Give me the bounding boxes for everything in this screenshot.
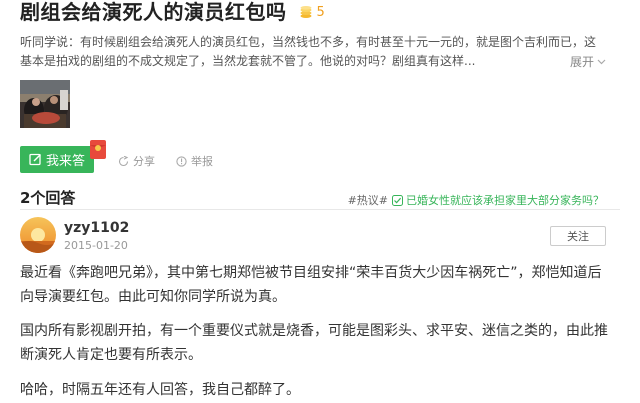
answer-button-label: 我来答	[45, 154, 85, 169]
share-label: 分享	[133, 155, 155, 168]
report-icon	[176, 155, 187, 167]
check-icon	[392, 194, 403, 206]
report-label: 举报	[191, 155, 213, 168]
question-title: 剧组会给演死人的演员红包吗	[20, 0, 287, 24]
answer-paragraph: 国内所有影视剧开拍，有一个重要仪式就是烧香，可能是图彩头、求平安、迷信之类的，由…	[20, 323, 608, 363]
divider	[20, 209, 620, 210]
coin-icon	[300, 6, 311, 18]
answer-username[interactable]: yzy1102	[64, 220, 129, 236]
report-button[interactable]: 举报	[176, 153, 213, 169]
edit-icon	[29, 153, 41, 166]
bounty-value: 5	[316, 4, 325, 20]
answer-count: 2个回答	[20, 189, 76, 207]
question-description: 听同学说：有时候剧组会给演死人的演员红包，当然钱也不多，有时甚至十元一元的，就是…	[20, 35, 597, 68]
avatar[interactable]	[20, 217, 56, 253]
answer-button[interactable]: 我来答	[20, 146, 94, 173]
answer-paragraph: 哈哈，时隔五年还有人回答，我自己都醉了。	[20, 382, 300, 398]
question-image-graphic	[20, 80, 70, 128]
hot-topic: #热议# 已婚女性就应该承担家里大部分家务吗？	[348, 192, 604, 208]
question-header: 剧组会给演死人的演员红包吗 5	[20, 0, 325, 24]
bounty-badge: 5	[299, 5, 325, 20]
hot-topic-link[interactable]: 已婚女性就应该承担家里大部分家务吗？	[406, 192, 604, 208]
question-image[interactable]	[20, 80, 70, 128]
follow-button[interactable]: 关注	[550, 226, 606, 246]
hot-topic-label: #热议#	[347, 194, 388, 207]
red-envelope-icon	[90, 140, 106, 159]
chevron-down-icon	[597, 59, 606, 64]
answer-paragraph: 最近看《奔跑吧兄弟》，其中第七期郑恺被节目组安排“荣丰百货大少因车祸死亡”，郑恺…	[20, 265, 602, 305]
share-button[interactable]: 分享	[118, 153, 155, 169]
question-actions: 我来答	[20, 146, 94, 173]
answer-date: 2015-01-20	[64, 239, 128, 252]
expand-link[interactable]: 展开	[570, 53, 606, 70]
expand-label: 展开	[569, 55, 594, 69]
avatar-image	[20, 217, 56, 253]
share-icon	[118, 155, 129, 166]
